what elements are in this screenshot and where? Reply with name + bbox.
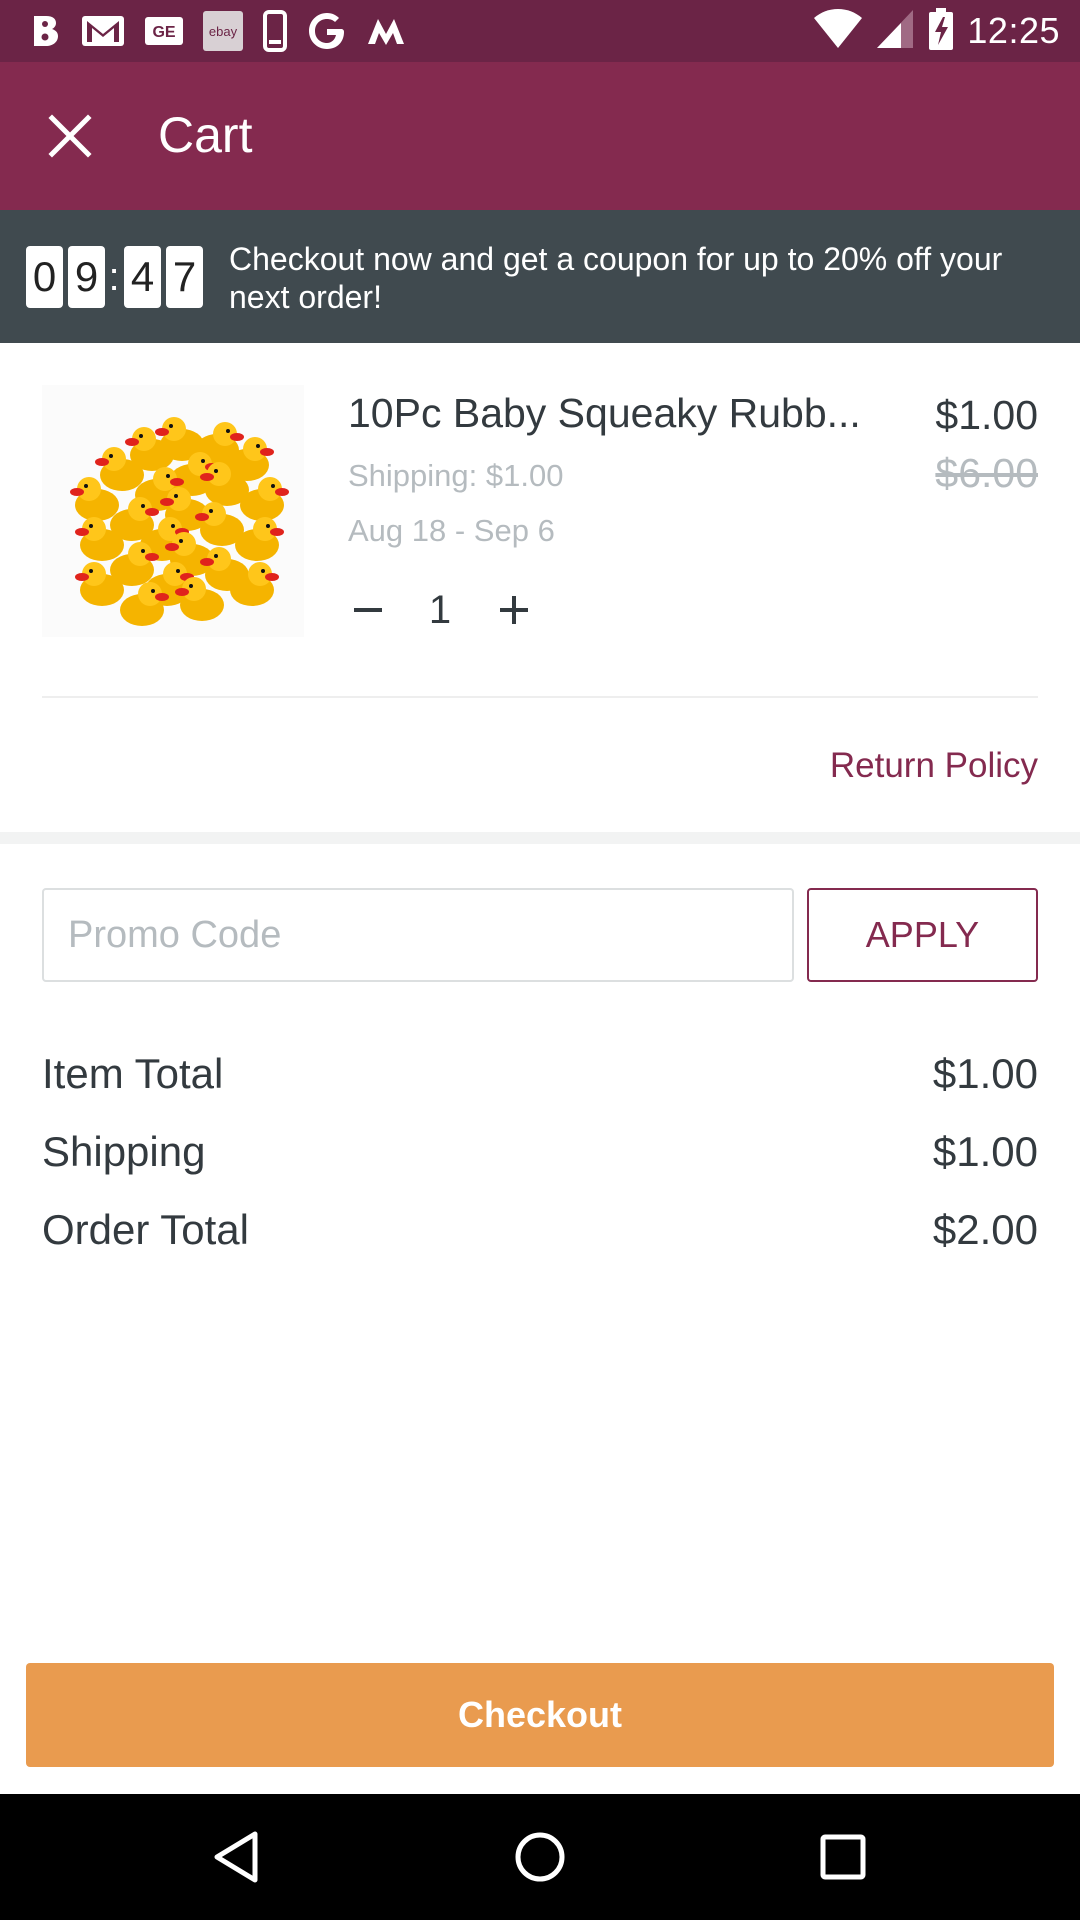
original-price: $6.00 bbox=[935, 450, 1038, 496]
checkout-button[interactable]: Checkout bbox=[26, 1663, 1054, 1767]
app-bar: Cart bbox=[0, 62, 1080, 210]
page-title: Cart bbox=[158, 107, 253, 163]
home-icon bbox=[515, 1832, 565, 1882]
banner-message: Checkout now and get a coupon for up to … bbox=[229, 241, 1003, 315]
back-icon bbox=[214, 1831, 258, 1883]
svg-text:ebay: ebay bbox=[209, 24, 238, 39]
apply-button[interactable]: APPLY bbox=[807, 888, 1038, 982]
plus-icon bbox=[500, 596, 528, 624]
total-value: $1.00 bbox=[932, 1128, 1038, 1175]
minus-icon bbox=[354, 608, 382, 612]
phone-icon bbox=[262, 10, 288, 52]
notification-icons: GE ebay bbox=[30, 10, 406, 52]
home-button[interactable] bbox=[510, 1827, 570, 1887]
timer-digit: 4 bbox=[124, 246, 161, 308]
total-label: Order Total bbox=[42, 1206, 249, 1253]
increase-quantity-button[interactable] bbox=[492, 588, 536, 632]
total-label: Item Total bbox=[42, 1050, 224, 1097]
rubber-ducks-image bbox=[42, 385, 304, 637]
recents-icon bbox=[820, 1834, 866, 1880]
system-status: 12:25 bbox=[813, 7, 1060, 56]
timer-separator: : bbox=[108, 254, 120, 299]
ebay-icon: ebay bbox=[202, 10, 244, 52]
return-policy-link[interactable]: Return Policy bbox=[830, 746, 1038, 786]
promo-code-input[interactable] bbox=[42, 888, 794, 982]
ge-icon: GE bbox=[144, 10, 184, 52]
google-icon bbox=[306, 10, 348, 52]
quantity-value: 1 bbox=[428, 588, 452, 632]
m-icon bbox=[366, 10, 406, 52]
timer-digit: 0 bbox=[26, 246, 63, 308]
product-image[interactable] bbox=[42, 385, 304, 637]
svg-text:GE: GE bbox=[152, 24, 175, 41]
recents-button[interactable] bbox=[813, 1827, 873, 1887]
shipping-row: Shipping $1.00 bbox=[42, 1128, 1038, 1178]
status-bar: GE ebay 12:25 bbox=[0, 0, 1080, 62]
countdown-timer: 0 9 : 4 7 bbox=[26, 246, 208, 308]
order-total-row: Order Total $2.00 bbox=[42, 1206, 1038, 1256]
wifi-icon bbox=[813, 8, 863, 55]
battery-icon bbox=[927, 7, 955, 56]
total-label: Shipping bbox=[42, 1128, 206, 1175]
product-name[interactable]: 10Pc Baby Squeaky Rubb... bbox=[348, 390, 858, 437]
total-value: $1.00 bbox=[932, 1050, 1038, 1097]
coupon-countdown-banner: 0 9 : 4 7 Checkout now and get a coupon … bbox=[0, 210, 1080, 343]
item-shipping: Shipping: $1.00 bbox=[348, 458, 564, 493]
gmail-icon bbox=[80, 10, 126, 52]
signal-icon bbox=[875, 8, 915, 55]
b-icon bbox=[30, 10, 62, 52]
back-button[interactable] bbox=[206, 1827, 266, 1887]
divider bbox=[42, 696, 1038, 698]
section-separator bbox=[0, 832, 1080, 844]
close-icon bbox=[48, 114, 92, 158]
product-price: $1.00 bbox=[935, 392, 1038, 438]
timer-digit: 7 bbox=[166, 246, 203, 308]
close-button[interactable] bbox=[36, 102, 104, 170]
total-value: $2.00 bbox=[932, 1206, 1038, 1253]
clock: 12:25 bbox=[967, 10, 1060, 51]
decrease-quantity-button[interactable] bbox=[346, 588, 390, 632]
system-nav-bar bbox=[0, 1794, 1080, 1920]
delivery-dates: Aug 18 - Sep 6 bbox=[348, 513, 555, 548]
item-total-row: Item Total $1.00 bbox=[42, 1050, 1038, 1100]
timer-digit: 9 bbox=[68, 246, 105, 308]
